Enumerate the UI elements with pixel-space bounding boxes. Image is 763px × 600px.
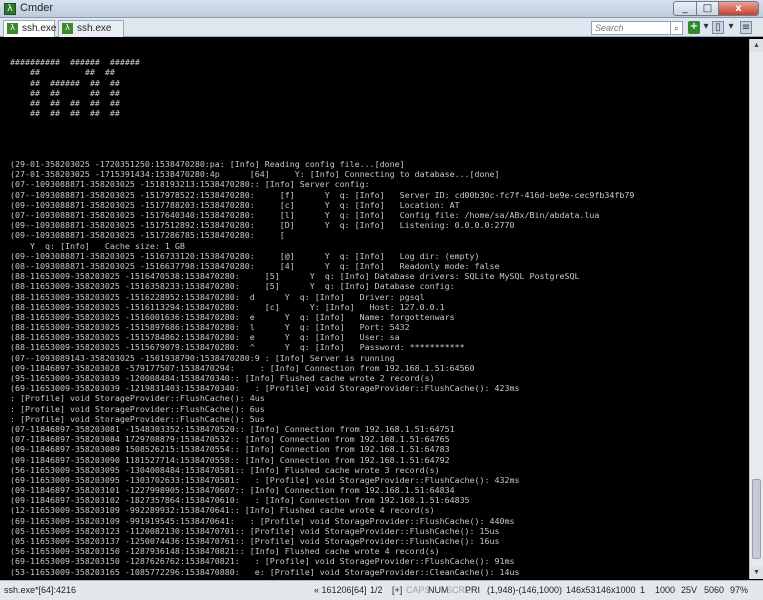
status-process[interactable]: ssh.exe*[64]:4216	[4, 585, 76, 595]
terminal-line: (56-11653009-358203150 -1287936148:15384…	[10, 546, 440, 557]
status-v3: 25V	[681, 585, 698, 595]
terminal-line: (95-11653009-358203039 -120008484:153847…	[10, 373, 435, 383]
terminal-line: (88-11653009-358203025 -1515897686:15384…	[10, 322, 410, 333]
chevron-down-icon[interactable]: ▾	[725, 21, 737, 34]
terminal-line: (09-11846897-358203089 1508526215:153847…	[10, 444, 450, 455]
search-input[interactable]: Search	[591, 21, 671, 35]
status-page[interactable]: 1/2	[370, 585, 383, 595]
cmder-lambda-icon: λ	[4, 3, 16, 15]
status-v4: 5060	[704, 585, 725, 595]
terminal-line: (09-11846897-358203028 -579177507:153847…	[10, 362, 475, 373]
terminal-line: (07-11846897-358203081 -1548303352:15384…	[10, 423, 455, 434]
terminal-line: (07-11846897-358203084 1729708879:153847…	[10, 434, 450, 445]
new-console-button[interactable]: +	[688, 21, 700, 34]
status-v2: 1000	[655, 585, 676, 595]
status-caps: CAPS	[406, 585, 431, 595]
terminal-line: (88-11653009-358203025 -1515784862:15384…	[10, 332, 400, 343]
terminal-line: ########## ###### ######	[10, 57, 140, 68]
menu-icon[interactable]: ≡	[740, 21, 752, 34]
status-v1: 1	[640, 585, 646, 595]
maximize-button[interactable]: □	[697, 1, 719, 16]
terminal-output[interactable]: ########## ###### ###### ## ## ## ## ###…	[4, 39, 748, 579]
terminal-line: (69-11653009-358203165 -1416748659:15384…	[10, 577, 748, 579]
terminal-line: (69-11653009-358203095 -1303702633:15384…	[10, 474, 520, 485]
terminal-line: (07--1093088871-358203025 -1517978522:15…	[10, 189, 635, 200]
window-title: Cmder	[20, 2, 54, 14]
terminal-line: (09--1093088871-358203025 -1517788203:15…	[10, 199, 460, 210]
terminal-line: (08--1093088871-358203025 -1516637798:15…	[10, 260, 500, 271]
terminal-line: (88-11653009-358203025 -1516001636:15384…	[10, 311, 455, 322]
status-size1: 146x53	[566, 585, 596, 595]
terminal-line: (88-11653009-358203025 -1516470538:15384…	[10, 271, 580, 282]
lambda-icon: λ	[62, 23, 73, 34]
terminal-line: (88-11653009-358203025 -1516113294:15384…	[10, 301, 445, 312]
terminal-line: : [Profile] void StorageProvider::FlushC…	[10, 393, 265, 404]
terminal-line: (07--1093089143-358203025 -1501938790:15…	[10, 352, 395, 363]
status-zoom[interactable]: 97%	[730, 585, 748, 595]
vertical-scrollbar[interactable]: ▲ ▼	[749, 39, 763, 579]
terminal-line: (09--1093088871-358203025 -1517512892:15…	[10, 220, 515, 231]
search-icon[interactable]: ⌕	[671, 21, 683, 35]
scroll-thumb[interactable]	[752, 479, 761, 559]
status-buffer[interactable]: « 161206[64]	[314, 585, 367, 595]
terminal-line: (88-11653009-358203025 -1516228952:15384…	[10, 291, 425, 302]
window-controls: _ □ x	[673, 1, 759, 17]
tab-ssh-2[interactable]: λ ssh.exe [*]	[58, 20, 124, 49]
scroll-up-icon[interactable]: ▲	[750, 39, 763, 52]
terminal-line: (69-11653009-358203150 -1287626762:15384…	[10, 556, 515, 567]
terminal-line: : [Profile] void StorageProvider::FlushC…	[10, 413, 265, 424]
tab-bar: λ ssh.exe λ ssh.exe [*] Search ⌕ + ▾ ▯ ▾…	[0, 18, 763, 49]
terminal-line: ## ###### ## ##	[10, 77, 120, 88]
status-plus[interactable]: [+]	[392, 585, 402, 595]
window-title-bar[interactable]: λ Cmder _ □ x	[0, 0, 763, 18]
terminal-line: (07--1093088871-358203025 -1518193213:15…	[10, 179, 370, 190]
terminal-line: (05-11653009-358203137 -1250074436:15384…	[10, 536, 500, 546]
terminal-line: (88-11653009-358203025 -1516358233:15384…	[10, 281, 455, 292]
terminal-line: : [Profile] void StorageProvider::FlushC…	[10, 403, 265, 414]
close-button[interactable]: x	[719, 1, 759, 16]
terminal-line: (09-11846897-358203102 -1827357864:15384…	[10, 495, 470, 506]
terminal-line: ## ## ## ##	[10, 87, 120, 98]
terminal-line: (09-11846897-358203101 -1227998905:15384…	[10, 485, 455, 496]
status-bar: ssh.exe*[64]:4216 « 161206[64] 1/2 [+] C…	[0, 580, 763, 600]
lambda-icon: λ	[7, 23, 18, 34]
tab-label: ssh.exe	[22, 23, 57, 34]
terminal-line: (12-11653009-358203109 -992289932:153847…	[10, 505, 435, 516]
terminal-line: (53-11653009-358203165 -1085772296:15384…	[10, 566, 520, 577]
status-coords: (1,948)-(146,1000)	[487, 585, 563, 595]
chevron-down-icon[interactable]: ▾	[700, 21, 712, 34]
terminal-line: (56-11653009-358203095 -1304008484:15384…	[10, 464, 440, 475]
minimize-button[interactable]: _	[673, 1, 697, 16]
terminal-line: (27-01-358203025 -1715391434:1538470280:…	[10, 169, 500, 180]
terminal-line: (69-11653009-358203039 -1219831403:15384…	[10, 383, 520, 394]
terminal-line: ## ## ## ## ##	[10, 108, 120, 119]
status-size2: 146x1000	[596, 585, 636, 595]
terminal-line: (69-11653009-358203109 -991919545:153847…	[10, 515, 515, 526]
terminal-line: (05-11653009-358203123 -1120082130:15384…	[10, 525, 500, 536]
terminal-line: (09--1093088871-358203025 -1517286785:15…	[10, 230, 285, 241]
split-view-icon[interactable]: ▯	[712, 21, 724, 34]
scroll-down-icon[interactable]: ▼	[750, 566, 763, 579]
terminal-line: (07--1093088871-358203025 -1517640340:15…	[10, 210, 600, 220]
status-pri: PRI	[465, 585, 481, 595]
terminal-line: ## ## ## ## ##	[10, 97, 120, 108]
terminal-line: ## ## ##	[10, 67, 115, 78]
terminal-line: Y q: [Info] Cache size: 1 GB	[10, 240, 185, 251]
terminal-line: (29-01-358203025 -1720351250:1538470280:…	[10, 159, 405, 170]
terminal-line: (09-11846897-358203090 1181527714:153847…	[10, 454, 450, 465]
tab-ssh[interactable]: λ ssh.exe	[3, 20, 57, 37]
terminal-line: (88-11653009-358203025 -1515679079:15384…	[10, 342, 465, 353]
terminal-line: (09--1093088871-358203025 -1516733120:15…	[10, 250, 480, 261]
